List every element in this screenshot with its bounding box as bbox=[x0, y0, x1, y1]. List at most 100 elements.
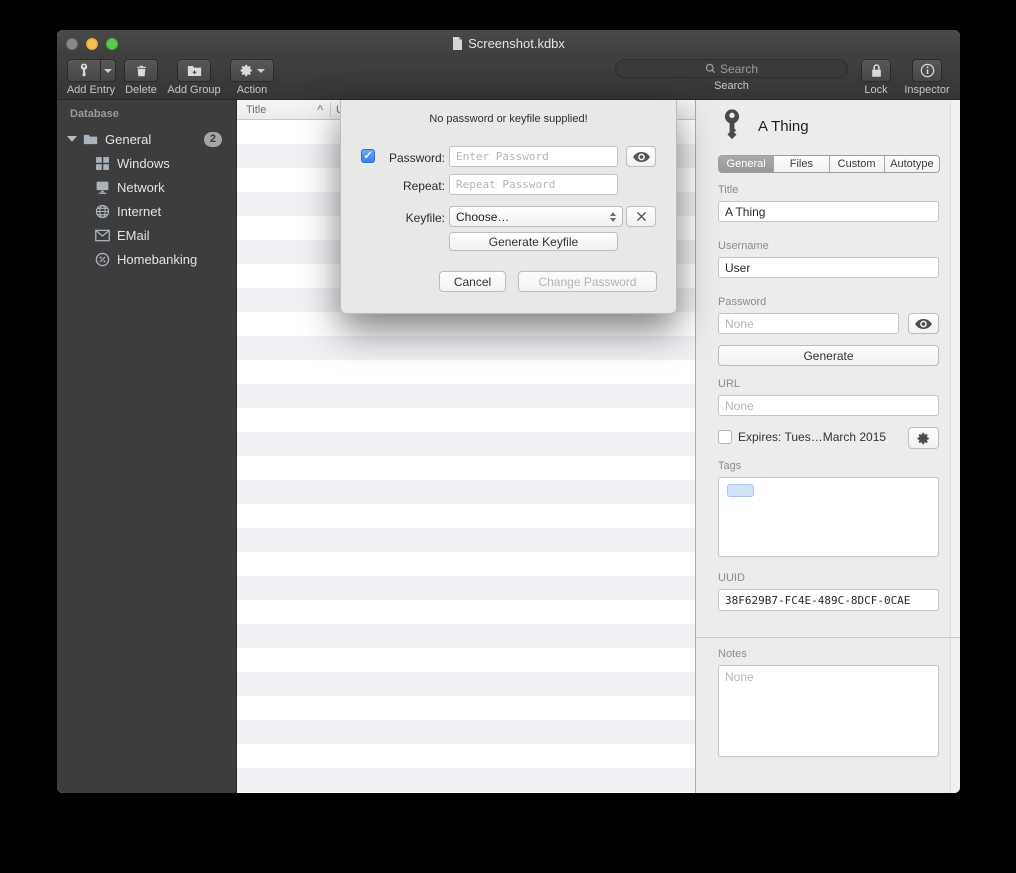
change-password-button[interactable]: Change Password bbox=[518, 271, 657, 292]
tab-autotype[interactable]: Autotype bbox=[884, 156, 939, 172]
sidebar-item-email[interactable]: EMail bbox=[57, 223, 236, 247]
search-input[interactable]: Search bbox=[615, 59, 848, 78]
sidebar-item-network[interactable]: Network bbox=[57, 175, 236, 199]
trash-icon bbox=[135, 64, 148, 78]
column-divider[interactable] bbox=[330, 102, 331, 117]
action-item: Action bbox=[229, 59, 275, 96]
list-row[interactable] bbox=[237, 456, 695, 480]
expires-label: Expires: Tues…March 2015 bbox=[738, 430, 886, 444]
tab-custom[interactable]: Custom bbox=[829, 156, 884, 172]
clear-keyfile-button[interactable] bbox=[626, 206, 656, 227]
list-row[interactable] bbox=[237, 480, 695, 504]
list-row[interactable] bbox=[237, 384, 695, 408]
url-label: URL bbox=[718, 378, 740, 390]
list-row[interactable] bbox=[237, 576, 695, 600]
app-window: Screenshot.kdbx Add Entry bbox=[57, 30, 960, 793]
password-checkbox[interactable]: ✓ bbox=[361, 149, 375, 163]
chevron-down-icon bbox=[257, 69, 265, 73]
action-button[interactable] bbox=[230, 59, 274, 82]
keyfile-popup[interactable]: Choose… bbox=[449, 206, 623, 227]
list-row[interactable] bbox=[237, 744, 695, 768]
network-icon bbox=[95, 180, 110, 195]
username-field[interactable] bbox=[718, 257, 939, 278]
gear-icon bbox=[917, 432, 930, 445]
cancel-label: Cancel bbox=[454, 275, 491, 289]
sidebar-item-windows[interactable]: Windows bbox=[57, 151, 236, 175]
list-row[interactable] bbox=[237, 528, 695, 552]
list-row[interactable] bbox=[237, 312, 695, 336]
windows-icon bbox=[95, 156, 110, 171]
list-row[interactable] bbox=[237, 600, 695, 624]
inspector-scrollbar[interactable] bbox=[950, 100, 960, 793]
add-entry-button[interactable] bbox=[67, 59, 101, 82]
delete-button[interactable] bbox=[124, 59, 158, 82]
generate-keyfile-button[interactable]: Generate Keyfile bbox=[449, 232, 618, 251]
tab-general[interactable]: General bbox=[719, 156, 773, 172]
delete-item: Delete bbox=[123, 59, 159, 96]
search-label: Search bbox=[615, 80, 848, 92]
list-row[interactable] bbox=[237, 408, 695, 432]
eye-icon bbox=[633, 152, 650, 162]
expires-checkbox[interactable] bbox=[718, 430, 732, 444]
uuid-field[interactable] bbox=[718, 589, 939, 611]
tab-files[interactable]: Files bbox=[773, 156, 828, 172]
divider bbox=[696, 637, 960, 638]
list-row[interactable] bbox=[237, 720, 695, 744]
sidebar-item-internet[interactable]: Internet bbox=[57, 199, 236, 223]
list-row[interactable] bbox=[237, 624, 695, 648]
titlebar[interactable]: Screenshot.kdbx bbox=[57, 30, 960, 58]
repeat-input[interactable] bbox=[449, 174, 618, 195]
folder-plus-icon bbox=[187, 65, 202, 77]
sidebar-item-label: Internet bbox=[117, 204, 161, 219]
notes-label: Notes bbox=[718, 648, 747, 660]
sidebar-item-homebanking[interactable]: Homebanking bbox=[57, 247, 236, 271]
folder-icon bbox=[83, 132, 98, 147]
eye-icon bbox=[915, 319, 932, 329]
tags-box[interactable] bbox=[718, 477, 939, 557]
title-field[interactable] bbox=[718, 201, 939, 222]
envelope-icon bbox=[95, 228, 110, 243]
popup-stepper-icon bbox=[610, 212, 616, 222]
sort-ascending-icon: ^ bbox=[317, 104, 323, 116]
inspector-label: Inspector bbox=[901, 84, 953, 96]
action-label: Action bbox=[229, 84, 275, 96]
sheet-message: No password or keyfile supplied! bbox=[341, 113, 676, 125]
password-sheet: No password or keyfile supplied! ✓ Passw… bbox=[340, 100, 677, 314]
disclosure-triangle-icon[interactable] bbox=[67, 136, 77, 142]
notes-area[interactable] bbox=[718, 665, 939, 757]
cancel-button[interactable]: Cancel bbox=[439, 271, 506, 292]
list-row[interactable] bbox=[237, 648, 695, 672]
list-row[interactable] bbox=[237, 336, 695, 360]
window-title: Screenshot.kdbx bbox=[57, 36, 960, 51]
reveal-password-button[interactable] bbox=[908, 313, 939, 334]
expires-row: Expires: Tues…March 2015 bbox=[718, 430, 886, 444]
entry-title: A Thing bbox=[758, 118, 809, 135]
add-group-button[interactable] bbox=[177, 59, 211, 82]
generate-button[interactable]: Generate bbox=[718, 345, 939, 366]
column-header-title[interactable]: Title bbox=[246, 104, 266, 116]
sidebar-group-general[interactable]: General 2 bbox=[57, 127, 236, 151]
password-label: Password: bbox=[379, 151, 445, 165]
password-input[interactable] bbox=[449, 146, 618, 167]
password-field[interactable] bbox=[718, 313, 899, 334]
add-entry-dropdown[interactable] bbox=[101, 59, 116, 82]
chevron-down-icon bbox=[104, 69, 112, 73]
list-row[interactable] bbox=[237, 504, 695, 528]
close-icon bbox=[636, 211, 647, 222]
url-field[interactable] bbox=[718, 395, 939, 416]
list-row[interactable] bbox=[237, 672, 695, 696]
inspector-button[interactable] bbox=[912, 59, 942, 82]
list-row[interactable] bbox=[237, 792, 695, 793]
list-row[interactable] bbox=[237, 360, 695, 384]
change-password-label: Change Password bbox=[538, 275, 636, 289]
keyfile-label: Keyfile: bbox=[379, 211, 445, 225]
tag-token[interactable] bbox=[727, 484, 754, 497]
reveal-password-button[interactable] bbox=[626, 146, 656, 167]
list-row[interactable] bbox=[237, 696, 695, 720]
list-row[interactable] bbox=[237, 768, 695, 792]
expires-settings-button[interactable] bbox=[908, 427, 939, 449]
list-row[interactable] bbox=[237, 432, 695, 456]
list-row[interactable] bbox=[237, 552, 695, 576]
lock-icon bbox=[871, 63, 882, 78]
lock-button[interactable] bbox=[861, 59, 891, 82]
